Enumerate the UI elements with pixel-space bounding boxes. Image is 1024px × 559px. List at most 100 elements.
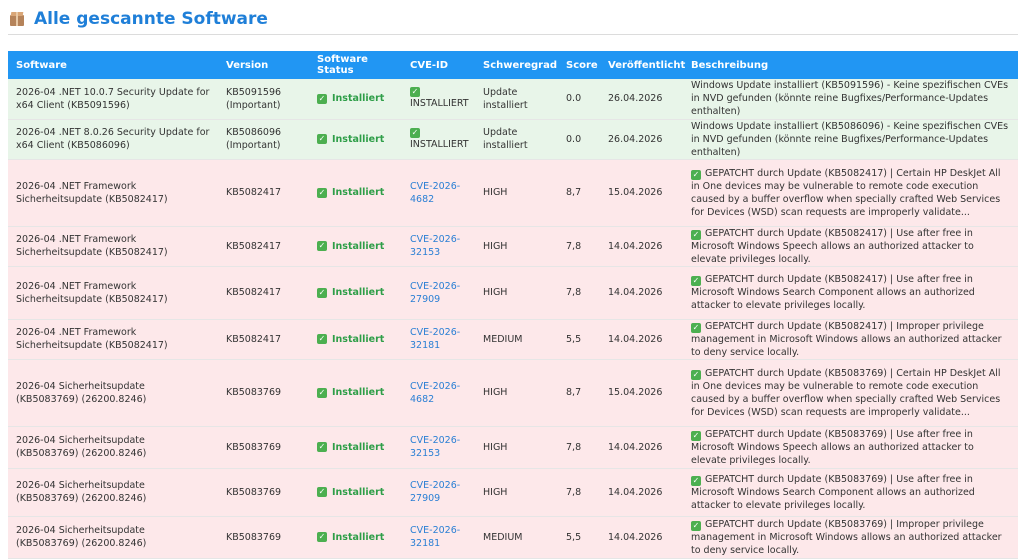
status-badge: ✓ Installiert	[317, 441, 394, 454]
table-header-row: Software Version Software Status CVE-ID …	[8, 51, 1018, 79]
table-row: 2026-04 .NET Framework Sicherheitsupdate…	[8, 226, 1018, 267]
status-badge: ✓ Installiert	[317, 286, 394, 299]
software-cell: 2026-04 .NET 10.0.7 Security Update for …	[8, 79, 218, 120]
description-text: GEPATCHT durch Update (KB5083769) | Impr…	[691, 518, 1002, 556]
table-row: 2026-04 .NET Framework Sicherheitsupdate…	[8, 319, 1018, 360]
version-cell: KB5083769	[218, 516, 309, 559]
score-cell: 5,5	[558, 516, 600, 559]
check-icon: ✓	[691, 276, 701, 286]
description-cell: ✓ GEPATCHT durch Update (KB5082417) | Use…	[683, 226, 1018, 267]
version-cell: KB5083769	[218, 468, 309, 517]
software-cell: 2026-04 .NET Framework Sicherheitsupdate…	[8, 159, 218, 227]
check-icon: ✓	[317, 442, 327, 452]
published-cell: 15.04.2026	[600, 359, 683, 427]
software-cell: 2026-04 .NET Framework Sicherheitsupdate…	[8, 319, 218, 360]
status-badge: ✓ Installiert	[317, 531, 394, 544]
status-label: Installiert	[332, 133, 385, 145]
published-cell: 14.04.2026	[600, 226, 683, 267]
cve-cell: ✓ INSTALLIERT	[402, 79, 475, 120]
score-cell: 8,7	[558, 359, 600, 427]
col-header-description[interactable]: Beschreibung	[683, 51, 1018, 79]
version-cell: KB5082417	[218, 226, 309, 267]
published-cell: 14.04.2026	[600, 426, 683, 469]
check-icon: ✓	[317, 241, 327, 251]
severity-cell: HIGH	[475, 468, 558, 517]
check-icon: ✓	[317, 187, 327, 198]
cve-link[interactable]: CVE-2026-27909	[410, 480, 460, 504]
description-text: Windows Update installiert (KB5091596) -…	[691, 80, 1009, 118]
col-header-severity[interactable]: Schweregrad	[475, 51, 558, 79]
status-cell: ✓ Installiert	[309, 159, 402, 227]
col-header-published[interactable]: Veröffentlicht	[600, 51, 685, 79]
cve-link[interactable]: CVE-2026-32181	[410, 525, 460, 549]
score-cell: 7,8	[558, 266, 600, 320]
cve-link[interactable]: CVE-2026-32153	[410, 435, 460, 459]
cve-link[interactable]: CVE-2026-4682	[410, 381, 460, 405]
severity-cell: MEDIUM	[475, 516, 558, 559]
status-cell: ✓ Installiert	[309, 266, 402, 320]
software-cell: 2026-04 .NET 8.0.26 Security Update for …	[8, 119, 218, 160]
col-header-score[interactable]: Score	[558, 51, 600, 79]
cve-link[interactable]: CVE-2026-32181	[410, 327, 460, 351]
severity-cell: HIGH	[475, 359, 558, 427]
check-icon: ✓	[317, 134, 327, 144]
check-icon: ✓	[691, 322, 701, 333]
check-icon: ✓	[317, 287, 327, 298]
score-cell: 7,8	[558, 226, 600, 267]
score-cell: 8,7	[558, 159, 600, 227]
cve-cell: CVE-2026-32181	[402, 319, 475, 360]
cve-link[interactable]: CVE-2026-32153	[410, 234, 460, 258]
severity-cell: Update installiert	[475, 119, 558, 160]
version-cell: KB5091596 (Important)	[218, 79, 309, 120]
severity-cell: MEDIUM	[475, 319, 558, 360]
status-label: Installiert	[332, 531, 385, 543]
version-cell: KB5082417	[218, 159, 309, 227]
col-header-status[interactable]: Software Status	[309, 51, 402, 79]
check-icon: ✓	[317, 334, 327, 344]
col-header-software[interactable]: Software	[8, 51, 218, 79]
check-icon: ✓	[410, 127, 420, 138]
severity-cell: Update installiert	[475, 79, 558, 120]
severity-cell: HIGH	[475, 159, 558, 227]
cve-installed-label: INSTALLIERT	[410, 138, 469, 150]
published-cell: 26.04.2026	[600, 79, 683, 120]
cve-link[interactable]: CVE-2026-27909	[410, 281, 460, 305]
version-cell: KB5082417	[218, 266, 309, 320]
page-header: Alle gescannte Software	[10, 8, 268, 30]
cve-link[interactable]: CVE-2026-4682	[410, 181, 460, 205]
package-box-icon	[10, 12, 24, 26]
cve-cell: CVE-2026-32153	[402, 426, 475, 469]
status-badge: ✓ Installiert	[317, 486, 394, 499]
table-row: 2026-04 .NET Framework Sicherheitsupdate…	[8, 159, 1018, 227]
header-divider	[8, 34, 1018, 35]
cve-cell: CVE-2026-4682	[402, 359, 475, 427]
status-cell: ✓ Installiert	[309, 468, 402, 517]
cve-cell: CVE-2026-27909	[402, 468, 475, 517]
software-cell: 2026-04 Sicherheitsupdate (KB5083769) (2…	[8, 468, 218, 517]
severity-cell: HIGH	[475, 426, 558, 469]
status-cell: ✓ Installiert	[309, 319, 402, 360]
published-cell: 14.04.2026	[600, 319, 683, 360]
description-text: GEPATCHT durch Update (KB5083769) | Use …	[691, 473, 975, 511]
cve-cell: CVE-2026-32153	[402, 226, 475, 267]
severity-cell: HIGH	[475, 226, 558, 267]
published-cell: 14.04.2026	[600, 468, 683, 517]
cve-cell: CVE-2026-27909	[402, 266, 475, 320]
col-header-cve[interactable]: CVE-ID	[402, 51, 475, 79]
table-row: 2026-04 Sicherheitsupdate (KB5083769) (2…	[8, 516, 1018, 559]
col-header-version[interactable]: Version	[218, 51, 309, 79]
software-cell: 2026-04 .NET Framework Sicherheitsupdate…	[8, 226, 218, 267]
published-cell: 15.04.2026	[600, 159, 683, 227]
description-cell: ✓ GEPATCHT durch Update (KB5082417) | Imp…	[683, 319, 1018, 360]
description-text: GEPATCHT durch Update (KB5082417) | Cert…	[691, 167, 1001, 218]
description-cell: ✓ GEPATCHT durch Update (KB5083769) | Cer…	[683, 359, 1018, 427]
version-cell: KB5086096 (Important)	[218, 119, 309, 160]
description-text: Windows Update installiert (KB5086096) -…	[691, 120, 1009, 158]
table-row: 2026-04 .NET Framework Sicherheitsupdate…	[8, 266, 1018, 320]
cve-cell: CVE-2026-32181	[402, 516, 475, 559]
description-text: GEPATCHT durch Update (KB5082417) | Use …	[691, 274, 975, 311]
score-cell: 7,8	[558, 468, 600, 517]
status-badge: ✓ Installiert	[317, 92, 394, 105]
table-row: 2026-04 .NET 10.0.7 Security Update for …	[8, 79, 1018, 120]
table-row: 2026-04 Sicherheitsupdate (KB5083769) (2…	[8, 468, 1018, 517]
